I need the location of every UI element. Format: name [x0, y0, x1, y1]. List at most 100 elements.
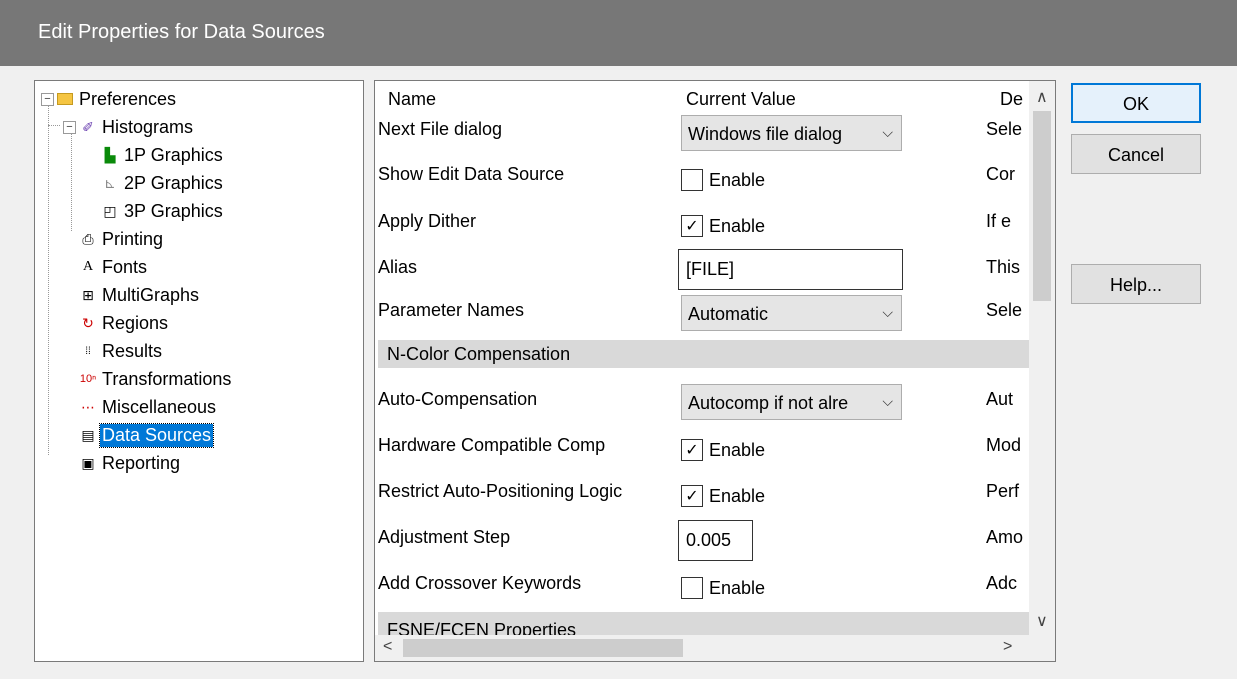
add-crossover-keywords-checkbox[interactable]: Enable	[681, 577, 765, 599]
property-description: If e	[986, 211, 1012, 231]
help-button[interactable]: Help...	[1071, 264, 1201, 304]
tree-item-label: Transformations	[102, 368, 232, 389]
next-file-dialog-dropdown[interactable]: Windows file dialog ⌵	[681, 115, 902, 151]
show-edit-data-source-checkbox[interactable]: Enable	[681, 169, 765, 191]
column-header-description: De	[1000, 89, 1024, 109]
reporting-icon: ▣	[81, 454, 95, 471]
chevron-down-icon: ⌵	[882, 304, 893, 320]
property-name: Auto-Compensation	[378, 389, 538, 409]
horizontal-scroll-thumb[interactable]	[403, 639, 683, 657]
property-description: Cor	[986, 164, 1016, 184]
tree-item-1p-graphics[interactable]: ▙ 1P Graphics	[101, 141, 225, 169]
regions-icon: ↻	[82, 314, 94, 331]
chevron-down-icon: ⌵	[882, 124, 893, 140]
tree-item-data-sources[interactable]: ▤ Data Sources	[79, 421, 215, 449]
checkmark-icon[interactable]: ✓	[681, 485, 703, 507]
window-title: Edit Properties for Data Sources	[38, 21, 325, 43]
checkmark-icon[interactable]: ✓	[681, 439, 703, 461]
tree-item-results[interactable]: ⁞⁞ Results	[79, 337, 164, 365]
property-description: Perf	[986, 481, 1020, 501]
ok-button[interactable]: OK	[1071, 83, 1201, 123]
miscellaneous-icon: ⋯	[81, 398, 95, 415]
tree-item-label: Results	[102, 340, 163, 361]
section-header-n-color-compensation[interactable]: N-Color Compensation	[378, 340, 1030, 368]
histogram-1p-icon: ▙	[104, 146, 116, 163]
tree-item-miscellaneous[interactable]: ⋯ Miscellaneous	[79, 393, 218, 421]
property-name: Alias	[378, 257, 418, 277]
font-icon: A	[82, 259, 94, 274]
dropdown-value: Autocomp if not alre	[688, 393, 849, 413]
checkbox-box[interactable]	[681, 577, 703, 599]
property-description: Sele	[986, 119, 1023, 139]
results-icon: ⁞⁞	[85, 345, 91, 357]
scroll-left-arrow-icon[interactable]: <	[383, 638, 392, 656]
tree-item-label: MultiGraphs	[102, 284, 200, 305]
property-name: Next File dialog	[378, 119, 503, 139]
vertical-scrollbar[interactable]: ∧ ∨	[1029, 81, 1055, 637]
tree-item-label: Data Sources	[98, 422, 215, 448]
data-sources-icon: ▤	[81, 426, 95, 443]
checkbox-label: Enable	[709, 577, 766, 598]
scrollbar-corner	[1029, 635, 1055, 661]
tree-item-histograms[interactable]: − ✐ Histograms	[63, 113, 195, 141]
folder-icon	[57, 93, 73, 105]
parameter-names-dropdown[interactable]: Automatic ⌵	[681, 295, 902, 331]
histograms-icon: ✐	[82, 118, 94, 135]
tree-item-preferences[interactable]: − Preferences	[41, 85, 178, 113]
checkmark-icon[interactable]: ✓	[681, 215, 703, 237]
scroll-up-arrow-icon[interactable]: ∧	[1036, 87, 1048, 107]
tree-connector	[48, 125, 60, 126]
cancel-button[interactable]: Cancel	[1071, 134, 1201, 174]
tree-item-label: 2P Graphics	[124, 172, 223, 193]
tree-item-2p-graphics[interactable]: ⊾ 2P Graphics	[101, 169, 225, 197]
tree-item-printing[interactable]: ⎙ Printing	[79, 225, 165, 253]
alias-input[interactable]: [FILE]	[678, 249, 903, 290]
property-grid[interactable]: Name Current Value De Next File dialog W…	[374, 80, 1056, 662]
checkbox-box[interactable]	[681, 169, 703, 191]
checkbox-label: Enable	[709, 485, 766, 506]
collapse-icon[interactable]: −	[63, 120, 76, 134]
scroll-down-arrow-icon[interactable]: ∨	[1036, 611, 1048, 631]
tree-item-multigraphs[interactable]: ⊞ MultiGraphs	[79, 281, 201, 309]
apply-dither-checkbox[interactable]: ✓ Enable	[681, 215, 765, 237]
tree-item-label: Miscellaneous	[102, 396, 217, 417]
tree-item-label: Histograms	[102, 116, 194, 137]
checkbox-label: Enable	[709, 215, 766, 236]
checkbox-label: Enable	[709, 439, 766, 460]
property-description: Sele	[986, 300, 1023, 320]
tree-item-fonts[interactable]: A Fonts	[79, 253, 149, 281]
transformations-icon: 10ⁿ	[79, 373, 97, 385]
histogram-3p-icon: ◰	[103, 202, 117, 219]
checkbox-label: Enable	[709, 169, 766, 190]
column-header-name: Name	[388, 89, 437, 109]
property-description: Aut	[986, 389, 1014, 409]
tree-item-3p-graphics[interactable]: ◰ 3P Graphics	[101, 197, 225, 225]
scroll-right-arrow-icon[interactable]: >	[1003, 638, 1012, 656]
tree-item-regions[interactable]: ↻ Regions	[79, 309, 170, 337]
column-header-current-value: Current Value	[686, 89, 796, 109]
property-description: Adc	[986, 573, 1018, 593]
tree-item-label: 3P Graphics	[124, 200, 223, 221]
property-name: Restrict Auto-Positioning Logic	[378, 481, 623, 501]
tree-item-transformations[interactable]: 10ⁿ Transformations	[79, 365, 233, 393]
vertical-scroll-thumb[interactable]	[1033, 111, 1051, 301]
property-name: Show Edit Data Source	[378, 164, 565, 184]
section-header-fsne-fcen-properties[interactable]: FSNE/FCEN Properties	[378, 612, 1030, 636]
property-description: This	[986, 257, 1021, 277]
adjustment-step-input[interactable]: 0.005	[678, 520, 753, 561]
property-name: Parameter Names	[378, 300, 525, 320]
auto-compensation-dropdown[interactable]: Autocomp if not alre ⌵	[681, 384, 902, 420]
tree-connector	[48, 105, 49, 455]
restrict-auto-positioning-checkbox[interactable]: ✓ Enable	[681, 485, 765, 507]
hardware-compatible-comp-checkbox[interactable]: ✓ Enable	[681, 439, 765, 461]
tree-item-label: Printing	[102, 228, 164, 249]
collapse-icon[interactable]: −	[41, 92, 54, 106]
property-name: Add Crossover Keywords	[378, 573, 582, 593]
tree-item-label: Reporting	[102, 452, 181, 473]
tree-item-reporting[interactable]: ▣ Reporting	[79, 449, 182, 477]
property-name: Hardware Compatible Comp	[378, 435, 606, 455]
preferences-tree[interactable]: − Preferences − ✐ Histograms ▙ 1P Graphi…	[34, 80, 364, 662]
multigraph-icon: ⊞	[82, 286, 94, 303]
horizontal-scrollbar[interactable]: < >	[375, 635, 1031, 661]
tree-item-label: Regions	[102, 312, 169, 333]
